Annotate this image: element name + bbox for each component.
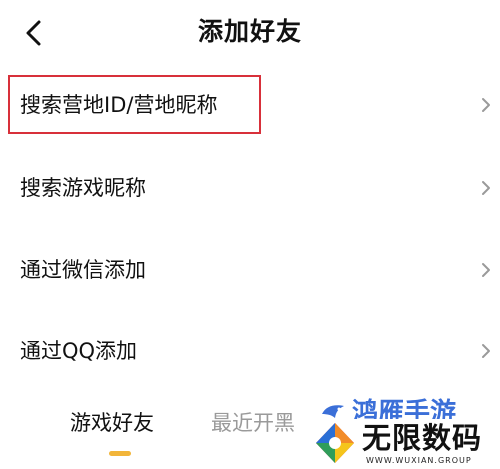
chevron-right-icon — [482, 181, 490, 195]
tab-game-friends[interactable]: 游戏好友 — [70, 403, 154, 447]
top-bar: 添加好友 — [0, 0, 500, 66]
highlight-box — [8, 75, 261, 134]
logo-url: WWW.WUXIAN.GROUP — [366, 456, 472, 465]
page-title: 添加好友 — [197, 17, 302, 46]
watermark-logo: 无限数码 WWW.WUXIAN.GROUP — [310, 419, 500, 469]
menu-item-label: 搜索游戏昵称 — [20, 176, 146, 200]
chevron-right-icon — [482, 344, 490, 358]
logo-mark-icon — [316, 423, 354, 463]
chevron-right-icon — [482, 263, 490, 277]
menu-item-add-via-wechat[interactable]: 通过微信添加 — [0, 240, 500, 300]
menu-item-label: 通过微信添加 — [20, 258, 146, 282]
logo-text: 无限数码 — [362, 421, 483, 455]
menu-item-label: 通过QQ添加 — [20, 339, 138, 363]
menu-item-add-via-qq[interactable]: 通过QQ添加 — [0, 321, 500, 381]
active-tab-indicator — [109, 451, 131, 456]
menu-item-search-game-nickname[interactable]: 搜索游戏昵称 — [0, 158, 500, 218]
tab-recent-teammates[interactable]: 最近开黑 — [211, 403, 305, 447]
chevron-right-icon — [482, 98, 490, 112]
